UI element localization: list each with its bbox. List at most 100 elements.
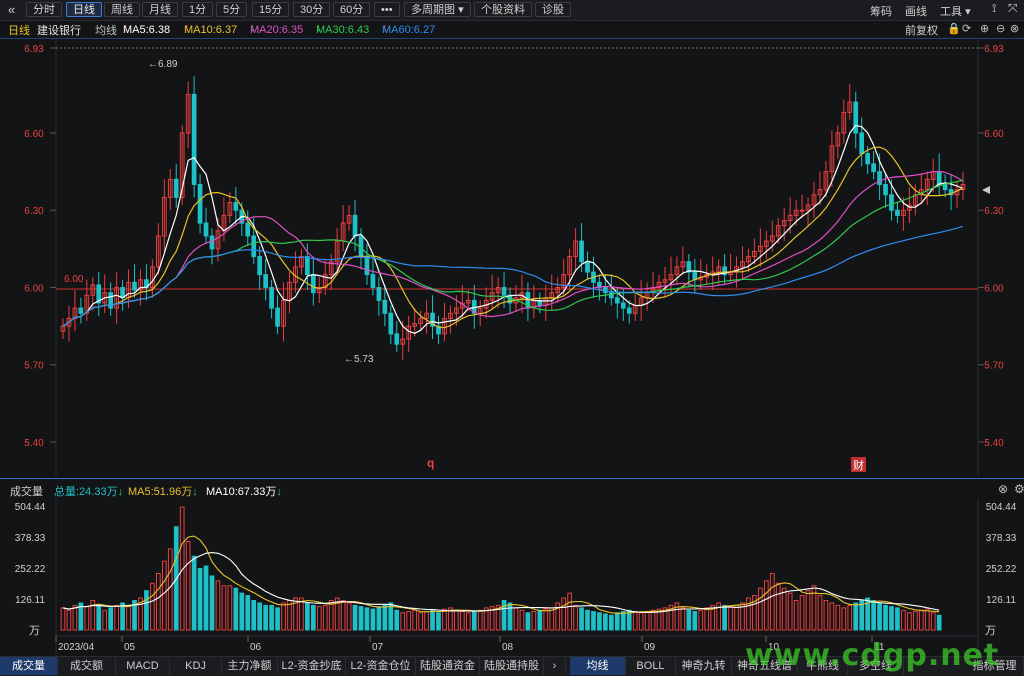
tab-turnover[interactable]: 成交额	[58, 657, 116, 675]
volume-bar	[239, 592, 245, 631]
tab-macd[interactable]: MACD	[116, 657, 170, 675]
vol-left-tick-label: 378.33	[15, 533, 46, 544]
date-tick-label: 2023/04	[58, 642, 95, 653]
close-icon[interactable]: ⊗	[1010, 22, 1019, 35]
volume-bar	[358, 606, 364, 631]
expand-icon[interactable]: ⤧	[1008, 1, 1018, 16]
arrow-down-icon: ↓	[192, 486, 198, 498]
ma5-text: MA5:6.38	[123, 24, 171, 36]
volume-bar	[924, 608, 930, 631]
more-periods-button[interactable]: •••	[374, 2, 400, 17]
tab-hk-connect-fund[interactable]: 陆股通资金	[416, 657, 480, 675]
volume-bar	[930, 612, 936, 631]
candle-body	[889, 194, 894, 211]
tab-magic-nine[interactable]: 神奇九转	[676, 657, 732, 675]
candle-body	[877, 171, 882, 185]
cycle-icon[interactable]: ⟳	[962, 22, 971, 35]
tab-5min[interactable]: 5分	[216, 2, 248, 17]
vol-left-tick-label: 126.11	[15, 595, 45, 606]
tab-l2-bottom[interactable]: L2-资金抄底	[278, 657, 346, 675]
candle-body	[197, 183, 203, 224]
volume-bar	[412, 609, 417, 631]
earnings-marker[interactable]: 财	[853, 458, 864, 472]
zoom-in-icon[interactable]: ⊕	[980, 22, 989, 35]
volume-bar	[126, 606, 131, 631]
tools-menu[interactable]: 工具 ▾	[940, 3, 971, 19]
multi-period-dropdown[interactable]: 多周期图 ▾	[404, 2, 471, 17]
stock-name: 建设银行	[37, 25, 81, 37]
zoom-out-icon[interactable]: ⊖	[996, 22, 1005, 35]
tab-kdj[interactable]: KDJ	[170, 657, 222, 675]
candle-body	[883, 183, 888, 196]
tab-l2-position[interactable]: L2-资金仓位	[346, 657, 416, 675]
volume-chart[interactable]: 504.44 504.44 378.33 378.33 252.22 252.22 126.…	[0, 498, 1024, 656]
tab-volume[interactable]: 成交量	[0, 657, 58, 675]
tab-yue-xian[interactable]: 月线	[142, 2, 178, 17]
volume-bar	[614, 612, 620, 631]
tab-60min[interactable]: 60分	[333, 2, 371, 17]
volume-bar	[209, 575, 215, 631]
volume-bar	[597, 612, 602, 631]
volume-bar	[114, 604, 119, 631]
volume-bar	[907, 612, 912, 631]
candle-body	[364, 256, 370, 276]
candle-body	[376, 286, 382, 301]
volume-bar	[728, 606, 733, 631]
candle-body	[936, 171, 942, 185]
volume-bar	[781, 587, 787, 631]
candle-body	[263, 274, 268, 288]
volume-close-icon[interactable]: ⊗	[998, 482, 1008, 496]
ma30-value: MA30:6.43 ↓	[316, 22, 369, 36]
tab-15min[interactable]: 15分	[252, 2, 290, 17]
chevron-right-icon[interactable]: ›	[544, 657, 566, 675]
avg-line-label[interactable]: 均线	[95, 22, 117, 38]
tab-boll[interactable]: BOLL	[626, 657, 676, 675]
volume-settings-icon[interactable]: ⚙	[1014, 482, 1024, 496]
high-annotation: ←6.89	[148, 59, 178, 70]
price-pointer-icon	[982, 186, 990, 194]
tab-1min[interactable]: 1分	[182, 2, 214, 17]
candle-body	[310, 274, 316, 294]
volume-bar	[465, 612, 471, 631]
lock-icon[interactable]: 🔒	[947, 22, 961, 35]
chip-button[interactable]: 筹码	[870, 3, 892, 19]
ma-legend-row: 日线 建设银行 均线 MA5:6.38 ↑ MA10:6.37 ↑ MA20:6.3…	[0, 20, 1024, 37]
ma-lines	[62, 124, 964, 334]
diagnose-button[interactable]: 诊股	[535, 2, 571, 17]
vol-right-tick-label: 378.33	[986, 533, 1017, 544]
arrow-down-icon: ↓	[117, 486, 124, 498]
candle-body	[614, 297, 620, 304]
draw-line-button[interactable]: 画线	[905, 3, 927, 19]
tab-fen-shi[interactable]: 分时	[26, 2, 62, 17]
candle-body	[895, 209, 900, 216]
collapse-left-icon[interactable]: «	[8, 2, 15, 17]
volume-total-text: 总量:24.33万	[54, 486, 118, 498]
volume-bar	[853, 602, 859, 631]
candle-body	[585, 261, 590, 273]
volume-bar	[585, 609, 590, 631]
tab-ma[interactable]: 均线	[570, 657, 626, 675]
volume-bar	[352, 604, 358, 631]
volume-bar	[632, 611, 638, 631]
high-value: 6.89	[158, 59, 178, 70]
volume-bar	[197, 568, 203, 631]
right-price-axis: 6.93 6.60 6.30 6.00 5.70 5.40	[978, 44, 1004, 449]
tab-ri-xian[interactable]: 日线	[66, 2, 102, 17]
volume-bar	[829, 602, 835, 631]
volume-bar	[376, 606, 382, 631]
volume-bar	[609, 614, 614, 631]
volume-ma5: MA5:51.96万↓	[128, 483, 198, 499]
tab-main-net[interactable]: 主力净额	[222, 657, 278, 675]
volume-bar	[769, 572, 775, 631]
tab-zhou-xian[interactable]: 周线	[104, 2, 140, 17]
dropdown-arrow-icon: ▾	[965, 6, 971, 18]
event-marker-q[interactable]: q	[427, 456, 434, 470]
pin-icon[interactable]: ⟟	[992, 1, 996, 16]
stock-profile-button[interactable]: 个股资料	[474, 2, 532, 17]
adjust-mode-button[interactable]: 前复权	[905, 22, 938, 38]
low-value: 5.73	[354, 354, 374, 365]
tab-hk-connect-hold[interactable]: 陆股通持股	[480, 657, 544, 675]
price-chart[interactable]: 6.93 6.60 6.30 6.00 5.70 5.40 6.93 6.60 6.30 6.0…	[0, 38, 1024, 476]
tab-30min[interactable]: 30分	[293, 2, 331, 17]
volume-bar	[573, 604, 578, 631]
